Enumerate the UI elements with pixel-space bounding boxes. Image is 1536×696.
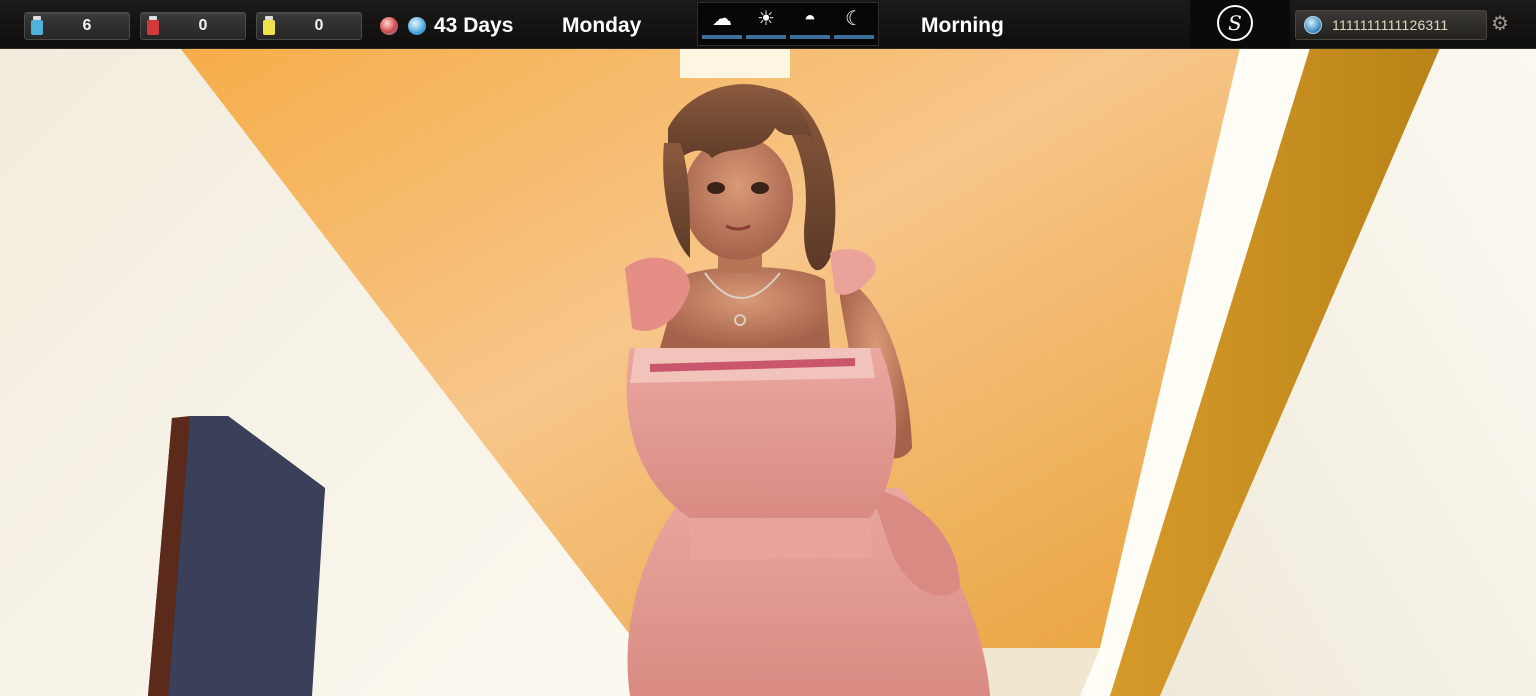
sun-icon: ☀ <box>757 8 775 30</box>
gear-icon[interactable]: ⚙ <box>1488 10 1512 38</box>
blue-potion-icon <box>31 16 43 35</box>
red-potion-icon <box>147 16 159 35</box>
sunrise-icon: ☁ <box>712 8 732 30</box>
money-display: 1111111111126311 <box>1295 10 1487 40</box>
resource-count: 0 <box>198 17 208 34</box>
phase-night[interactable]: ☾ <box>832 5 876 39</box>
game-logo-button[interactable]: S <box>1190 0 1290 48</box>
time-of-day-label: Morning <box>921 14 1004 37</box>
weekday-label: Monday <box>562 14 642 37</box>
money-value: 1111111111126311 <box>1332 17 1449 33</box>
coin-icon <box>1304 16 1322 34</box>
resource-count: 0 <box>314 17 324 34</box>
resource-yellow-potion[interactable]: 0 <box>256 12 362 40</box>
moon-icon: ☾ <box>845 8 863 30</box>
phase-sunset[interactable]: ◓ <box>788 5 832 39</box>
top-hud: 6 0 0 43 Days Monday ☁ ☀ ◓ ☾ Morning S 1… <box>0 0 1536 49</box>
game-scene[interactable] <box>0 48 1536 696</box>
scene-illustration <box>0 48 1536 696</box>
resource-red-potion[interactable]: 0 <box>140 12 246 40</box>
day-counter-icons <box>378 14 428 40</box>
water-drop-icon <box>408 17 426 35</box>
day-phase-indicator: ☁ ☀ ◓ ☾ <box>697 2 879 46</box>
sunset-icon: ◓ <box>803 8 817 30</box>
resource-count: 6 <box>82 17 92 34</box>
phase-sunrise[interactable]: ☁ <box>700 5 744 39</box>
calendar-icon <box>380 17 398 35</box>
resource-blue-potion[interactable]: 6 <box>24 12 130 40</box>
game-logo-icon: S <box>1217 5 1253 41</box>
day-count: 43 Days <box>434 14 514 37</box>
yellow-potion-icon <box>263 16 275 35</box>
phase-day[interactable]: ☀ <box>744 5 788 39</box>
